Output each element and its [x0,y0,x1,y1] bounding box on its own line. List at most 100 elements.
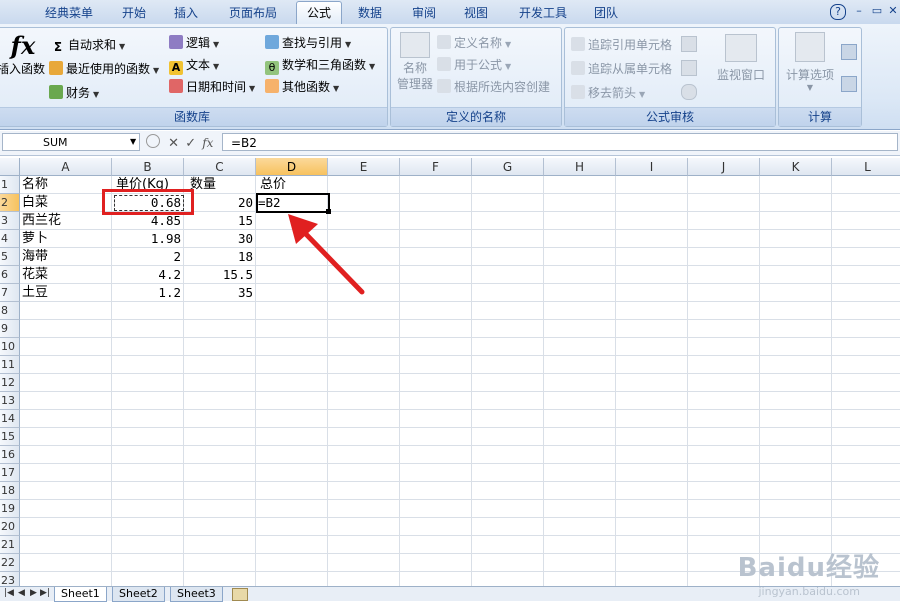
row-header-7[interactable]: 7 [0,284,20,302]
cell-b5[interactable]: 2 [113,248,181,266]
cell-a1[interactable]: 名称 [22,176,48,194]
first-sheet-icon[interactable]: |◀ [4,588,14,598]
cell-b7[interactable]: 1.2 [113,284,181,302]
column-header-g[interactable]: G [472,158,544,176]
close-icon[interactable]: ✕ [886,4,900,18]
insert-function-icon[interactable]: fx [202,136,213,150]
tab-view[interactable]: 视图 [454,2,498,24]
cell-c5[interactable]: 18 [185,248,253,266]
last-sheet-icon[interactable]: ▶| [40,588,50,598]
watch-window-button[interactable]: 监视窗口 [713,34,769,83]
cell-c7[interactable]: 35 [185,284,253,302]
autosum-button[interactable]: Σ 自动求和 ▼ [51,36,125,54]
logical-button[interactable]: 逻辑 ▼ [169,34,219,52]
row-header-4[interactable]: 4 [0,230,20,248]
row-header-11[interactable]: 11 [0,356,20,374]
trace-dependents-button[interactable]: 追踪从属单元格 [571,60,672,78]
cell-a3[interactable]: 西兰花 [22,212,61,230]
text-button[interactable]: A 文本 ▼ [169,56,219,75]
row-header-3[interactable]: 3 [0,212,20,230]
help-icon[interactable]: ? [830,4,846,20]
insert-sheet-icon[interactable] [232,588,248,601]
calculate-now-icon[interactable] [841,44,857,60]
tab-page-layout[interactable]: 页面布局 [220,2,286,24]
lookup-button[interactable]: 查找与引用 ▼ [265,34,351,52]
column-header-h[interactable]: H [544,158,616,176]
define-name-button[interactable]: 定义名称 ▼ [437,34,511,52]
name-box[interactable]: SUM [2,133,140,151]
tab-home[interactable]: 开始 [112,2,156,24]
remove-arrows-button[interactable]: 移去箭头 ▼ [571,84,645,102]
column-header-a[interactable]: A [20,158,112,176]
row-header-16[interactable]: 16 [0,446,20,464]
calculation-options-button[interactable]: 计算选项 ▼ [781,32,839,92]
cancel-icon[interactable]: ✕ [168,136,179,151]
tab-developer[interactable]: 开发工具 [510,2,576,24]
minimize-icon[interactable]: – [852,4,866,18]
tab-insert[interactable]: 插入 [164,2,208,24]
tab-data[interactable]: 数据 [348,2,392,24]
insert-function-button[interactable]: fx 插入函数 [0,32,45,92]
row-header-13[interactable]: 13 [0,392,20,410]
row-header-15[interactable]: 15 [0,428,20,446]
tab-classic-menu[interactable]: 经典菜单 [36,2,102,24]
restore-icon[interactable]: ▭ [870,4,884,18]
worksheet-grid[interactable]: ABCDEFGHIJKL 1 2 3 4 5 6 7 8 9 10 11 12 13 14 15 16 17 18… [0,158,900,586]
name-manager-button[interactable]: 名称 管理器 [395,32,435,92]
row-header-21[interactable]: 21 [0,536,20,554]
trace-precedents-button[interactable]: 追踪引用单元格 [571,36,672,54]
row-header-20[interactable]: 20 [0,518,20,536]
datetime-button[interactable]: 日期和时间 ▼ [169,78,255,96]
column-header-d[interactable]: D [256,158,328,176]
error-checking-icon[interactable] [681,60,697,76]
cell-c6[interactable]: 15.5 [185,266,253,284]
math-trig-button[interactable]: θ 数学和三角函数 ▼ [265,56,375,75]
row-header-2[interactable]: 2 [0,194,20,212]
tab-review[interactable]: 审阅 [402,2,446,24]
calculate-sheet-icon[interactable] [841,76,857,92]
tab-team[interactable]: 团队 [584,2,628,24]
row-header-8[interactable]: 8 [0,302,20,320]
column-header-j[interactable]: J [688,158,760,176]
column-header-i[interactable]: I [616,158,688,176]
column-header-f[interactable]: F [400,158,472,176]
cell-a6[interactable]: 花菜 [22,266,48,284]
recent-functions-button[interactable]: 最近使用的函数 ▼ [49,60,159,78]
formula-input[interactable]: =B2 [222,133,898,151]
column-header-l[interactable]: L [832,158,900,176]
row-header-17[interactable]: 17 [0,464,20,482]
row-header-14[interactable]: 14 [0,410,20,428]
row-header-22[interactable]: 22 [0,554,20,572]
row-header-23[interactable]: 23 [0,572,20,586]
cell-a5[interactable]: 海带 [22,248,48,266]
cell-c2[interactable]: 20 [185,194,253,212]
select-all-corner[interactable] [0,158,20,176]
row-header-19[interactable]: 19 [0,500,20,518]
more-functions-button[interactable]: 其他函数 ▼ [265,78,339,96]
cell-b4[interactable]: 1.98 [113,230,181,248]
prev-sheet-icon[interactable]: ◀ [18,588,25,598]
cell-b6[interactable]: 4.2 [113,266,181,284]
cell-a7[interactable]: 土豆 [22,284,48,302]
financial-button[interactable]: 财务 ▼ [49,84,99,102]
column-header-k[interactable]: K [760,158,832,176]
name-box-dropdown-icon[interactable]: ▼ [130,137,136,146]
row-header-12[interactable]: 12 [0,374,20,392]
column-header-c[interactable]: C [184,158,256,176]
enter-icon[interactable]: ✓ [185,136,196,151]
show-formulas-icon[interactable] [681,36,697,52]
evaluate-formula-icon[interactable] [681,84,697,100]
row-header-18[interactable]: 18 [0,482,20,500]
cell-d1[interactable]: 总价 [260,176,286,194]
use-in-formula-button[interactable]: 用于公式 ▼ [437,56,511,74]
cell-a4[interactable]: 萝卜 [22,230,48,248]
row-header-9[interactable]: 9 [0,320,20,338]
cell-a2[interactable]: 白菜 [22,194,48,212]
tab-formulas[interactable]: 公式 [296,1,342,24]
column-header-e[interactable]: E [328,158,400,176]
row-header-1[interactable]: 1 [0,176,20,194]
next-sheet-icon[interactable]: ▶ [30,588,37,598]
create-from-selection-button[interactable]: 根据所选内容创建 [437,78,550,96]
row-header-6[interactable]: 6 [0,266,20,284]
row-header-10[interactable]: 10 [0,338,20,356]
